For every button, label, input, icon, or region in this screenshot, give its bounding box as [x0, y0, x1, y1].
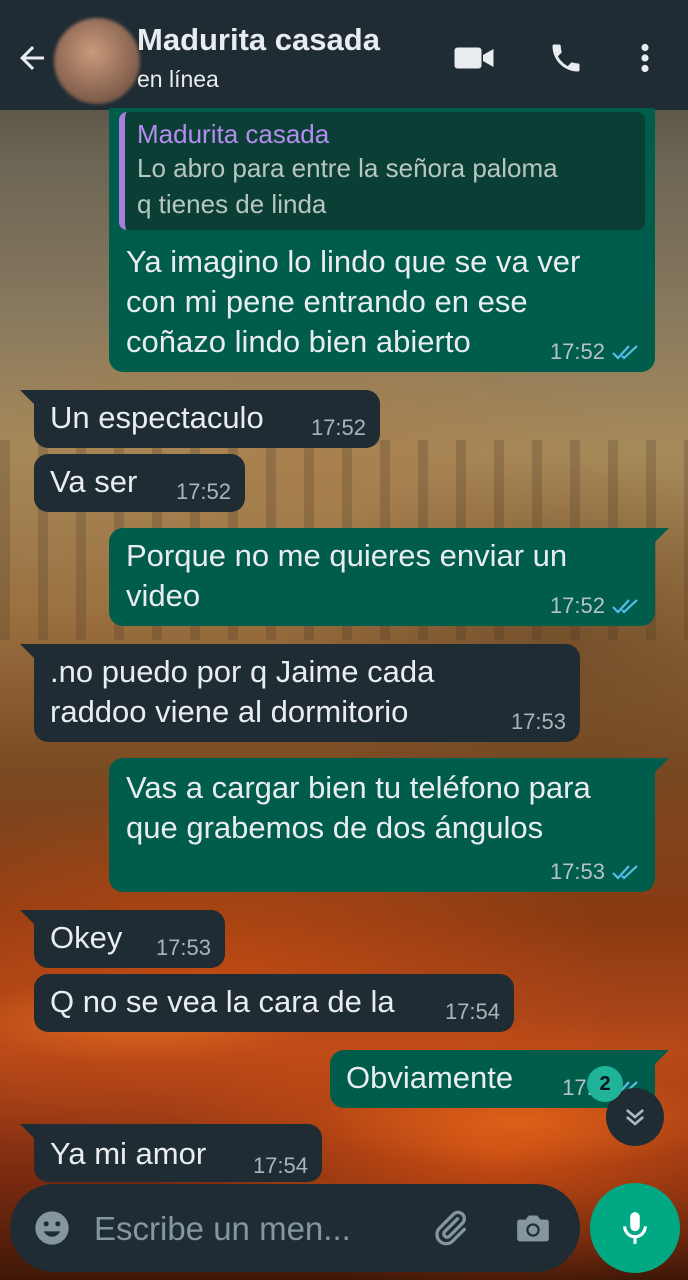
contact-status: en línea: [137, 66, 219, 92]
voice-message-button[interactable]: [590, 1183, 680, 1273]
quoted-message[interactable]: Madurita casada Lo abro para entre la se…: [119, 112, 645, 230]
contact-avatar[interactable]: [54, 18, 140, 104]
incoming-message[interactable]: Q no se vea la cara de la 17:54: [34, 974, 514, 1032]
message-time: 17:53: [155, 935, 211, 960]
microphone-icon: [623, 1212, 647, 1244]
message-meta: 17:54: [253, 1154, 308, 1178]
message-time: 17:52: [310, 415, 366, 440]
outgoing-message[interactable]: Madurita casada Lo abro para entre la se…: [109, 108, 655, 372]
message-meta: 17:53: [156, 936, 211, 960]
message-meta: 17:54: [445, 1000, 500, 1024]
read-ticks-icon: [612, 599, 638, 614]
incoming-message[interactable]: Okey 17:53: [20, 910, 225, 968]
message-text: Obviamente: [346, 1060, 514, 1095]
incoming-message[interactable]: Un espectaculo 17:52: [20, 390, 380, 448]
message-meta: 17:53: [550, 860, 641, 884]
message-meta: 17:53: [511, 710, 566, 734]
message-text: Ya mi amor: [50, 1136, 207, 1171]
back-arrow-icon[interactable]: [14, 40, 50, 76]
message-composer: [10, 1184, 580, 1272]
message-text: Un espectaculo: [50, 400, 264, 435]
phone-call-icon[interactable]: [545, 40, 587, 76]
message-text: Okey: [50, 920, 123, 955]
contact-name[interactable]: Madurita casada: [137, 22, 380, 58]
message-meta: 17:52: [550, 340, 641, 364]
emoji-icon[interactable]: [32, 1208, 72, 1248]
outgoing-message[interactable]: Porque no me quieres enviar un video 17:…: [109, 528, 669, 626]
attach-icon[interactable]: [430, 1206, 470, 1250]
message-text: Vas a cargar bien tu teléfono para que g…: [126, 770, 591, 845]
read-ticks-icon: [612, 865, 638, 880]
message-input[interactable]: [92, 1206, 396, 1252]
message-text: .no puedo por q Jaime cada raddoo viene …: [50, 654, 435, 729]
read-ticks-icon: [612, 345, 638, 360]
message-time: 17:52: [175, 479, 231, 504]
more-menu-icon[interactable]: [628, 40, 662, 76]
quoted-author: Madurita casada: [137, 119, 330, 149]
message-time: 17:52: [549, 593, 605, 618]
incoming-message[interactable]: Va ser 17:52: [34, 454, 245, 512]
message-text: Q no se vea la cara de la: [50, 984, 395, 1019]
message-time: 17:52: [549, 339, 605, 364]
video-call-icon[interactable]: [453, 40, 495, 76]
quoted-text: Lo abro para entre la señora paloma q ti…: [137, 153, 558, 219]
unread-count-badge[interactable]: 2: [587, 1066, 623, 1102]
chat-header: Madurita casada en línea: [0, 0, 688, 110]
message-time: 17:54: [444, 999, 500, 1024]
message-time: 17:54: [252, 1153, 308, 1178]
message-text: Va ser: [50, 464, 138, 499]
double-chevron-down-icon: [625, 1109, 645, 1126]
message-time: 17:53: [510, 709, 566, 734]
outgoing-message[interactable]: Vas a cargar bien tu teléfono para que g…: [109, 758, 669, 892]
message-meta: 17:52: [311, 416, 366, 440]
message-meta: 17:52: [550, 594, 641, 618]
camera-icon[interactable]: [512, 1208, 554, 1248]
incoming-message[interactable]: .no puedo por q Jaime cada raddoo viene …: [20, 644, 580, 742]
incoming-message[interactable]: Ya mi amor 17:54: [20, 1124, 322, 1182]
message-time: 17:53: [549, 859, 605, 884]
message-meta: 17:52: [176, 480, 231, 504]
